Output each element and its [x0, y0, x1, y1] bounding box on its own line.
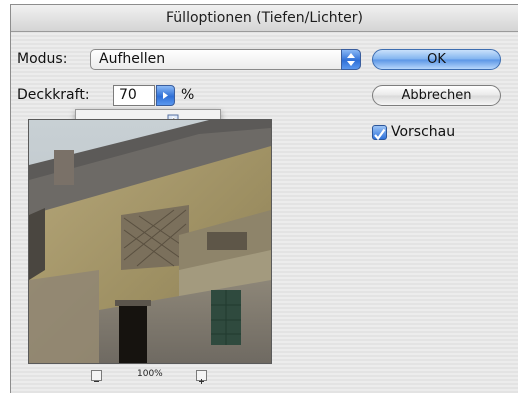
mode-select[interactable]: Aufhellen	[90, 49, 361, 70]
zoom-level: 100%	[137, 369, 163, 379]
opacity-slider-toggle[interactable]	[156, 85, 175, 106]
opacity-unit: %	[181, 87, 195, 103]
preview-image	[28, 119, 272, 364]
ok-button[interactable]: OK	[372, 49, 501, 70]
fill-options-dialog: Fülloptionen (Tiefen/Lichter) Modus: Auf…	[10, 4, 518, 393]
zoom-out-button[interactable]	[91, 370, 102, 382]
triangle-right-icon	[163, 92, 168, 99]
opacity-label: Deckkraft:	[17, 87, 90, 103]
opacity-value: 70	[119, 87, 137, 103]
preview-label: Vorschau	[391, 124, 456, 140]
minus-icon	[94, 381, 99, 382]
dialog-title: Fülloptionen (Tiefen/Lichter)	[166, 10, 363, 26]
opacity-input[interactable]: 70	[113, 85, 155, 106]
title-bar: Fülloptionen (Tiefen/Lichter)	[11, 5, 518, 32]
mode-select-value: Aufhellen	[99, 51, 166, 67]
zoom-in-button[interactable]	[196, 370, 207, 384]
mode-label: Modus:	[17, 51, 68, 67]
select-arrows-icon	[341, 49, 361, 70]
checkmark-icon	[374, 128, 386, 141]
cancel-button[interactable]: Abbrechen	[372, 85, 501, 106]
preview-checkbox[interactable]	[372, 125, 387, 141]
plus-icon	[199, 379, 204, 384]
